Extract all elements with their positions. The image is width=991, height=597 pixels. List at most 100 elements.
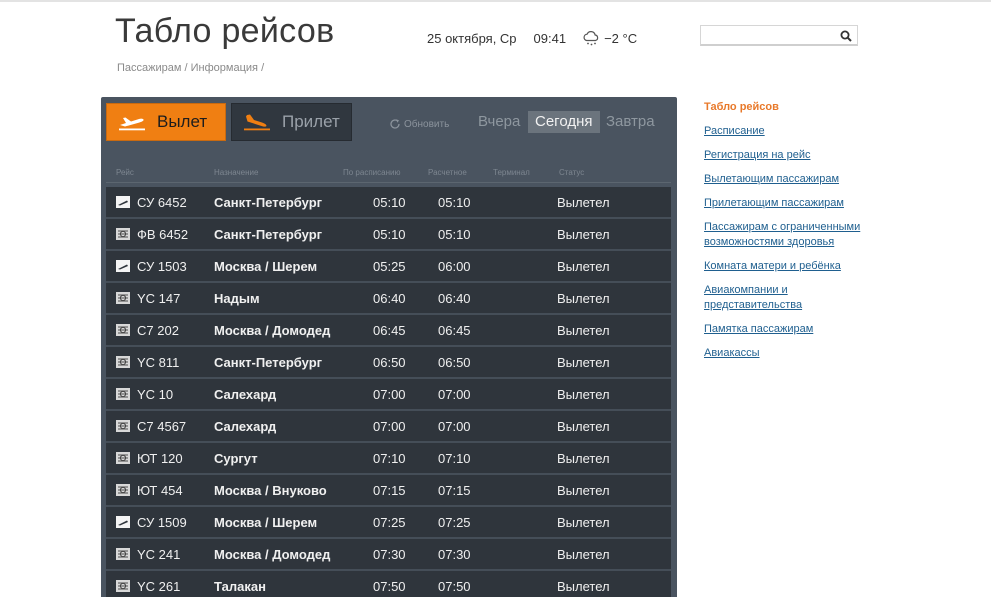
flight-status: Вылетел <box>557 195 610 210</box>
arrival-label: Прилет <box>282 112 340 131</box>
flight-destination: Санкт-Петербург <box>214 227 323 242</box>
flight-scheduled-time: 05:25 <box>373 259 406 274</box>
flight-estimated-time: 07:00 <box>438 419 471 434</box>
col-header-scheduled: По расписанию <box>343 168 401 177</box>
table-row[interactable]: YC 261 Талакан 07:50 07:50 Вылетел <box>106 571 671 597</box>
table-row[interactable]: СУ 6452 Санкт-Петербург 05:10 05:10 Вылетел <box>106 187 671 219</box>
col-header-terminal: Терминал <box>493 168 530 177</box>
side-menu-item[interactable]: Вылетающим пассажирам <box>704 172 884 187</box>
top-border <box>0 0 991 2</box>
side-menu: Табло рейсов Расписание Регистрация на рей… <box>704 100 884 370</box>
flight-estimated-time: 07:15 <box>438 483 471 498</box>
side-menu-item[interactable]: Расписание <box>704 124 884 139</box>
side-menu-item[interactable]: Памятка пассажирам <box>704 322 884 337</box>
flight-board: Вылет Прилет Обновить Вчера Сегодня Завт… <box>101 97 677 597</box>
table-row[interactable]: ЮТ 454 Москва / Внуково 07:15 07:15 Вылетел <box>106 475 671 507</box>
side-menu-item[interactable]: Регистрация на рейс <box>704 148 884 163</box>
airline-logo-icon <box>116 324 130 336</box>
flight-status: Вылетел <box>557 323 610 338</box>
breadcrumb-separator: / <box>261 62 265 74</box>
search-box <box>700 25 858 46</box>
flight-scheduled-time: 07:15 <box>373 483 406 498</box>
airline-logo-icon <box>116 420 130 432</box>
flight-status: Вылетел <box>557 579 610 594</box>
flight-estimated-time: 05:10 <box>438 195 471 210</box>
side-menu-item[interactable]: Авиакомпании и представительства <box>704 283 884 313</box>
tab-tomorrow[interactable]: Завтра <box>606 111 655 133</box>
flight-estimated-time: 06:40 <box>438 291 471 306</box>
table-row[interactable]: ФВ 6452 Санкт-Петербург 05:10 05:10 Вылетел <box>106 219 671 251</box>
refresh-button[interactable]: Обновить <box>389 118 449 130</box>
table-row[interactable]: YC 241 Москва / Домодед 07:30 07:30 Вылетел <box>106 539 671 571</box>
breadcrumb-separator: / <box>184 62 188 74</box>
flight-number: ЮТ 454 <box>137 483 183 498</box>
side-menu-item[interactable]: Пассажирам с ограниченными возможностями… <box>704 220 884 250</box>
flight-number: СУ 1509 <box>137 515 187 530</box>
airline-logo-icon <box>116 388 130 400</box>
flight-destination: Москва / Шерем <box>214 259 318 274</box>
arrival-button[interactable]: Прилет <box>231 103 352 141</box>
side-menu-item[interactable]: Прилетающим пассажирам <box>704 196 884 211</box>
flight-status: Вылетел <box>557 451 610 466</box>
flight-number: YC 10 <box>137 387 174 402</box>
refresh-icon <box>390 119 400 129</box>
flight-estimated-time: 05:10 <box>438 227 471 242</box>
side-menu-item[interactable]: Табло рейсов <box>704 100 884 115</box>
flight-estimated-time: 06:45 <box>438 323 471 338</box>
plane-airline-icon <box>116 260 130 272</box>
plane-departure-icon <box>119 117 145 131</box>
table-row[interactable]: ЮТ 120 Сургут 07:10 07:10 Вылетел <box>106 443 671 475</box>
table-row[interactable]: YC 10 Салехард 07:00 07:00 Вылетел <box>106 379 671 411</box>
flight-estimated-time: 07:30 <box>438 547 471 562</box>
table-row[interactable]: С7 4567 Салехард 07:00 07:00 Вылетел <box>106 411 671 443</box>
flight-estimated-time: 07:50 <box>438 579 471 594</box>
tab-today[interactable]: Сегодня <box>528 111 600 133</box>
table-row[interactable]: СУ 1509 Москва / Шерем 07:25 07:25 Вылетел <box>106 507 671 539</box>
side-menu-item[interactable]: Авиакассы <box>704 346 884 361</box>
flight-estimated-time: 07:10 <box>438 451 471 466</box>
table-row[interactable]: С7 202 Москва / Домодед 06:45 06:45 Вылетел <box>106 315 671 347</box>
table-row[interactable]: YC 147 Надым 06:40 06:40 Вылетел <box>106 283 671 315</box>
temperature: −2 °C <box>604 30 638 46</box>
flight-estimated-time: 07:00 <box>438 387 471 402</box>
flight-estimated-time: 07:25 <box>438 515 471 530</box>
flight-scheduled-time: 07:50 <box>373 579 406 594</box>
flight-destination: Москва / Внуково <box>214 483 327 498</box>
flight-scheduled-time: 06:45 <box>373 323 406 338</box>
breadcrumb-passengers[interactable]: Пассажирам <box>117 62 181 74</box>
table-row[interactable]: СУ 1503 Москва / Шерем 05:25 06:00 Вылетел <box>106 251 671 283</box>
table-row[interactable]: YC 811 Санкт-Петербург 06:50 06:50 Вылетел <box>106 347 671 379</box>
flight-destination: Москва / Домодед <box>214 323 331 338</box>
airline-logo-icon <box>116 548 130 560</box>
flight-scheduled-time: 05:10 <box>373 227 406 242</box>
col-header-destination: Назначение <box>214 168 259 177</box>
flight-number: YC 241 <box>137 547 181 562</box>
tab-yesterday[interactable]: Вчера <box>478 111 520 133</box>
search-input[interactable] <box>701 26 833 44</box>
flight-number: ФВ 6452 <box>137 227 189 242</box>
airline-logo-icon <box>116 228 130 240</box>
flight-scheduled-time: 07:25 <box>373 515 406 530</box>
flight-destination: Санкт-Петербург <box>214 355 323 370</box>
flight-scheduled-time: 07:30 <box>373 547 406 562</box>
side-menu-item[interactable]: Комната матери и ребёнка <box>704 259 884 274</box>
flight-scheduled-time: 05:10 <box>373 195 406 210</box>
flight-status: Вылетел <box>557 483 610 498</box>
flight-status: Вылетел <box>557 419 610 434</box>
flight-destination: Салехард <box>214 419 277 434</box>
departure-button[interactable]: Вылет <box>106 103 226 141</box>
col-header-estimated: Расчетное <box>428 168 467 177</box>
airline-logo-icon <box>116 292 130 304</box>
column-headers: Рейс Назначение По расписанию Расчетное … <box>106 165 671 183</box>
search-icon[interactable] <box>840 30 852 42</box>
flight-status: Вылетел <box>557 387 610 402</box>
departure-label: Вылет <box>157 112 208 131</box>
flight-number: ЮТ 120 <box>137 451 183 466</box>
breadcrumb-information[interactable]: Информация <box>191 62 258 74</box>
flight-scheduled-time: 07:00 <box>373 419 406 434</box>
flight-scheduled-time: 07:10 <box>373 451 406 466</box>
airline-logo-icon <box>116 580 130 592</box>
airline-logo-icon <box>116 484 130 496</box>
flight-destination: Сургут <box>214 451 258 466</box>
header-info: 25 октября, Ср 09:41 −2 °C <box>427 30 637 46</box>
